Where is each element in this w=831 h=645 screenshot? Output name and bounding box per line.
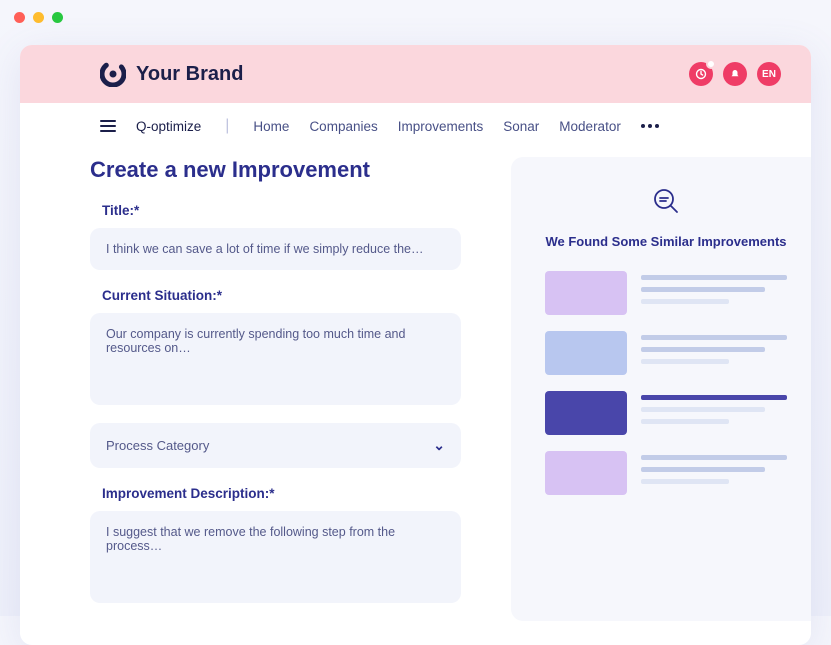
bell-icon (730, 69, 740, 79)
similar-lines (641, 271, 787, 315)
app-label: Q-optimize (136, 119, 201, 134)
window-traffic-lights (0, 0, 831, 35)
description-label: Improvement Description:* (102, 486, 461, 501)
brand: Your Brand (100, 61, 243, 87)
main-content: Create a new Improvement Title:* I think… (20, 149, 811, 621)
nav-improvements[interactable]: Improvements (398, 119, 484, 134)
similar-item[interactable] (545, 331, 787, 375)
language-button[interactable]: EN (757, 62, 781, 86)
similar-item[interactable] (545, 451, 787, 495)
nav-bar: Q-optimize | Home Companies Improvements… (20, 103, 811, 149)
brand-logo-icon (100, 61, 126, 87)
title-label: Title:* (102, 203, 461, 218)
similar-item[interactable] (545, 271, 787, 315)
title-input[interactable]: I think we can save a lot of time if we … (90, 228, 461, 270)
brand-name: Your Brand (136, 63, 243, 86)
nav-divider: | (225, 117, 229, 135)
similar-thumb (545, 451, 627, 495)
category-placeholder: Process Category (106, 438, 209, 453)
page-title: Create a new Improvement (90, 157, 461, 183)
nav-companies[interactable]: Companies (309, 119, 377, 134)
category-select[interactable]: Process Category ⌄ (90, 423, 461, 468)
situation-label: Current Situation:* (102, 288, 461, 303)
nav-sonar[interactable]: Sonar (503, 119, 539, 134)
similar-item[interactable] (545, 391, 787, 435)
notifications-button[interactable] (723, 62, 747, 86)
timer-button[interactable] (689, 62, 713, 86)
nav-moderator[interactable]: Moderator (559, 119, 621, 134)
app-window: Your Brand EN Q-optimize | Home Companie… (20, 45, 811, 645)
minimize-window-icon[interactable] (33, 12, 44, 23)
similar-thumb (545, 271, 627, 315)
similar-heading: We Found Some Similar Improvements (545, 234, 786, 249)
clock-icon (695, 68, 707, 80)
banner-actions: EN (689, 62, 781, 86)
more-menu-icon[interactable] (641, 124, 659, 128)
maximize-window-icon[interactable] (52, 12, 63, 23)
similar-lines (641, 391, 787, 435)
language-label: EN (762, 69, 776, 80)
close-window-icon[interactable] (14, 12, 25, 23)
similar-lines (641, 451, 787, 495)
similar-lines (641, 331, 787, 375)
form-column: Create a new Improvement Title:* I think… (90, 157, 461, 621)
search-icon (650, 185, 682, 222)
similar-thumb (545, 331, 627, 375)
timer-badge (706, 59, 716, 69)
similar-panel: We Found Some Similar Improvements (511, 157, 811, 621)
nav-home[interactable]: Home (253, 119, 289, 134)
similar-thumb (545, 391, 627, 435)
description-input[interactable]: I suggest that we remove the following s… (90, 511, 461, 603)
top-banner: Your Brand EN (20, 45, 811, 103)
chevron-down-icon: ⌄ (433, 437, 445, 454)
hamburger-menu-icon[interactable] (100, 120, 116, 132)
situation-input[interactable]: Our company is currently spending too mu… (90, 313, 461, 405)
